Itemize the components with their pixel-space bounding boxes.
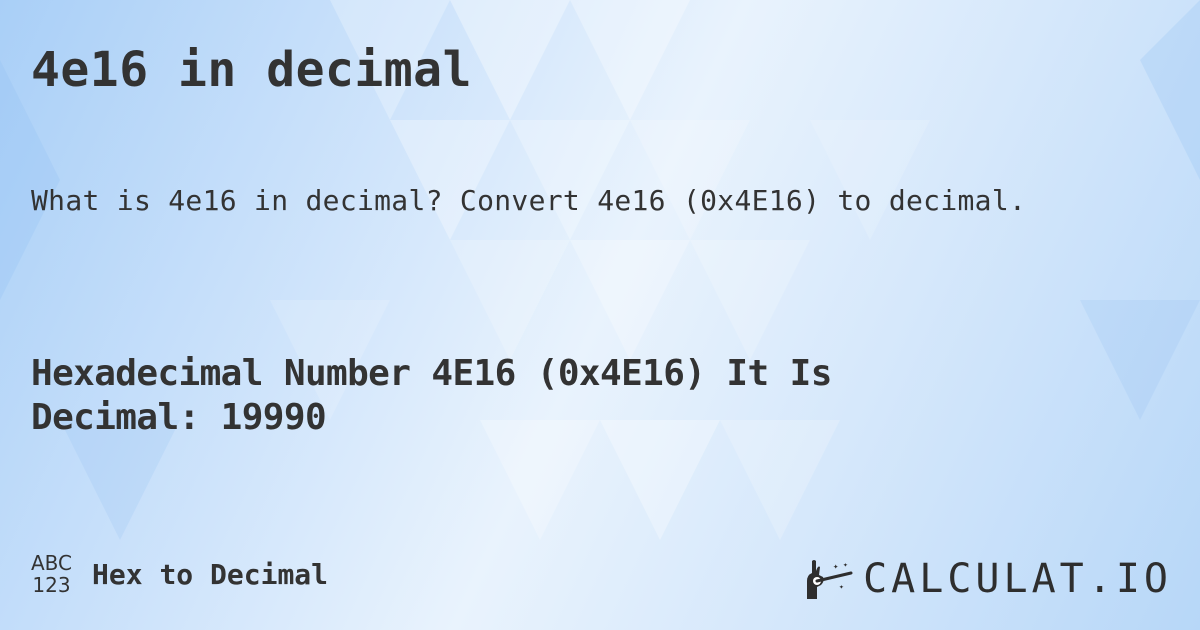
svg-text:✦: ✦ <box>839 582 844 591</box>
abc-icon-top: ABC <box>31 551 73 575</box>
abc-123-icon: ABC 123 <box>31 552 72 596</box>
magic-wand-hand-icon: ✦ ✦ ✦ <box>807 560 853 599</box>
answer-line-1: Hexadecimal Number 4E16 (0x4E16) It Is <box>31 353 832 394</box>
svg-text:✦: ✦ <box>843 560 848 569</box>
answer-line-2: Decimal: 19990 <box>31 397 327 438</box>
category-label: Hex to Decimal <box>92 557 329 591</box>
brand-name: CALCULAT.IO <box>863 556 1172 602</box>
abc-icon-bottom: 123 <box>32 573 71 597</box>
category-footer: ABC 123 Hex to Decimal <box>31 552 328 596</box>
answer-block: Hexadecimal Number 4E16 (0x4E16) It Is D… <box>31 352 1031 440</box>
page-title: 4e16 in decimal <box>31 42 472 98</box>
svg-text:✦: ✦ <box>833 562 839 572</box>
page-subtitle: What is 4e16 in decimal? Convert 4e16 (0… <box>31 184 1027 217</box>
brand-logo: ✦ ✦ ✦ CALCULAT.IO <box>803 556 1172 602</box>
